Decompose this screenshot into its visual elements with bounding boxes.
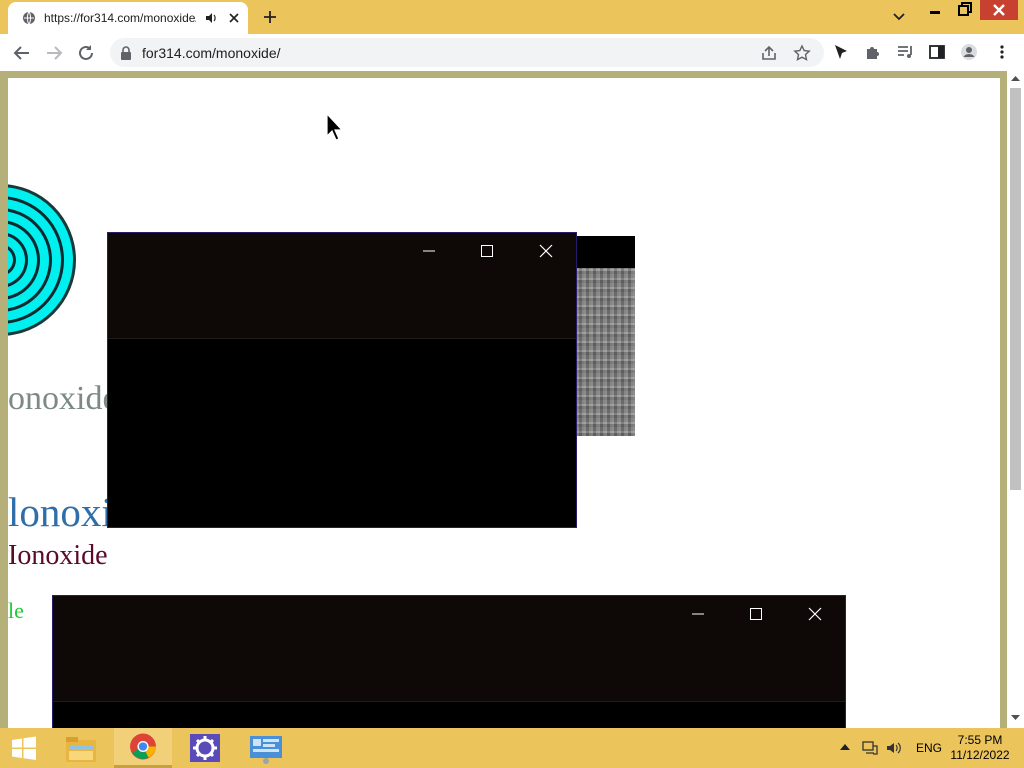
tray-overflow-chevron-icon[interactable] — [840, 743, 850, 751]
clock-time: 7:55 PM — [957, 733, 1003, 747]
scrollbar-thumb[interactable] — [1010, 88, 1021, 490]
address-bar[interactable]: for314.com/monoxide/ — [110, 38, 824, 67]
input-language[interactable]: ENG — [916, 741, 942, 755]
profile-avatar-icon[interactable] — [960, 43, 978, 61]
maximize-icon[interactable] — [748, 606, 764, 622]
tab-active[interactable]: https://for314.com/monoxide/ — [8, 2, 248, 34]
tab-strip: https://for314.com/monoxide/ — [0, 0, 1024, 34]
noise-image-window — [577, 236, 635, 436]
close-icon[interactable] — [538, 243, 554, 259]
network-icon[interactable] — [862, 740, 878, 756]
browser-toolbar: for314.com/monoxide/ — [0, 34, 1024, 71]
speaker-icon[interactable] — [204, 11, 218, 25]
black-popup-window-lower[interactable] — [52, 595, 846, 728]
scroll-up-arrow-icon[interactable] — [1011, 75, 1020, 81]
scroll-down-arrow-icon[interactable] — [1011, 715, 1020, 721]
globe-icon — [23, 11, 35, 25]
maximize-icon[interactable] — [479, 243, 495, 259]
chevron-down-icon[interactable] — [890, 9, 908, 25]
mouse-pointer-icon — [326, 113, 344, 141]
minimize-icon[interactable] — [690, 606, 706, 622]
menu-kebab-icon[interactable] — [993, 43, 1011, 61]
windows-taskbar: ENG 7:55 PM 11/12/2022 — [0, 728, 1024, 768]
minimize-window-icon[interactable] — [920, 0, 950, 20]
taskbar-clock[interactable]: 7:55 PM 11/12/2022 — [948, 733, 1012, 763]
lock-icon[interactable] — [120, 46, 132, 60]
monoxide-text-gray: onoxide — [8, 380, 118, 417]
monoxide-text-green: le — [8, 598, 24, 623]
restore-window-icon[interactable] — [950, 0, 980, 20]
system-tray: ENG 7:55 PM 11/12/2022 — [0, 728, 1024, 768]
close-icon[interactable] — [807, 606, 823, 622]
page-scrollbar[interactable] — [1007, 71, 1024, 728]
close-tab-icon[interactable] — [226, 10, 242, 26]
back-icon[interactable] — [11, 42, 33, 64]
monoxide-text-red: Ionoxide — [8, 540, 108, 571]
bookmark-star-icon[interactable] — [793, 44, 811, 62]
popup-titlebar-lower[interactable] — [53, 596, 845, 702]
black-popup-window[interactable] — [107, 232, 577, 528]
side-panel-icon[interactable] — [928, 43, 946, 61]
page-viewport: onoxide lonoxide Ionoxide le — [8, 78, 1000, 728]
media-control-icon[interactable] — [896, 43, 914, 61]
forward-icon[interactable] — [43, 42, 65, 64]
tab-title: https://for314.com/monoxide/ — [44, 11, 196, 25]
share-icon[interactable] — [760, 44, 778, 62]
volume-icon[interactable] — [885, 740, 903, 756]
popup-titlebar[interactable] — [108, 233, 576, 339]
cursor-extension-icon[interactable] — [832, 43, 850, 61]
extensions-puzzle-icon[interactable] — [864, 43, 882, 61]
close-window-icon[interactable] — [980, 0, 1018, 20]
new-tab-icon[interactable] — [260, 7, 280, 27]
minimize-icon[interactable] — [421, 243, 437, 259]
clock-date: 11/12/2022 — [950, 748, 1010, 762]
static-noise-image — [577, 268, 635, 436]
reload-icon[interactable] — [75, 42, 97, 64]
url-text[interactable]: for314.com/monoxide/ — [142, 45, 281, 61]
